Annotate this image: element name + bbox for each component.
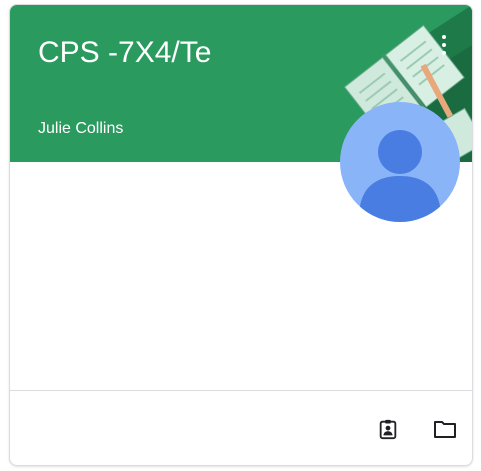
teacher-name: Julie Collins: [38, 120, 124, 137]
class-title[interactable]: CPS -7X4/Te: [38, 33, 211, 73]
class-card[interactable]: CPS -7X4/Te Julie Collins: [9, 4, 473, 466]
assignment-ind-icon[interactable]: [370, 411, 406, 447]
class-card-footer: [10, 390, 472, 465]
class-card-body: [10, 162, 472, 390]
more-vert-icon[interactable]: [432, 27, 456, 63]
folder-icon[interactable]: [427, 411, 463, 447]
